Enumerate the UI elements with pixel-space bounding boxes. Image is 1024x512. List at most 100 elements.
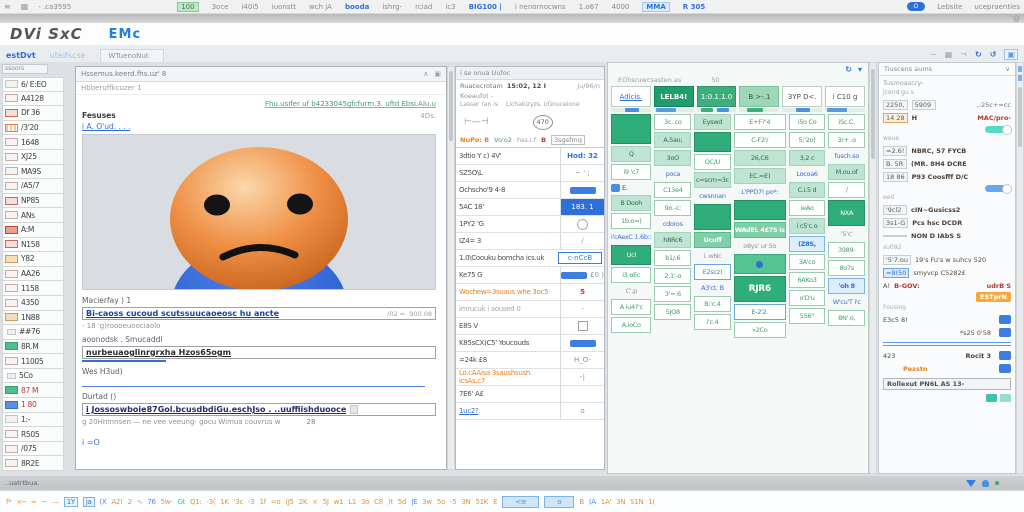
grid-cell[interactable]: Locoa6 [789, 168, 826, 180]
menu-item[interactable]: booda [345, 3, 369, 11]
strip-icon[interactable]: -3( [206, 498, 215, 506]
strip-icon[interactable]: -3 [248, 498, 254, 506]
grid-toolbar-icon[interactable]: ↻ [845, 65, 852, 74]
sidebar-item[interactable]: ##76 [2, 325, 64, 340]
grid-cell[interactable] [611, 114, 651, 144]
strip-icon[interactable]: 1( [648, 498, 655, 506]
strip-icon[interactable]: '3c [234, 498, 243, 506]
menu-item[interactable]: i40i5 [241, 3, 258, 11]
grid-cell[interactable]: RJR6 [734, 276, 786, 302]
strip-icon[interactable]: S1N [630, 498, 643, 506]
grid-cell[interactable] [694, 132, 731, 152]
name-field[interactable]: Bi-caoss cucoud scutssuucaoeosc hu ancte… [82, 307, 436, 320]
grid-cell[interactable]: B Dooh [611, 195, 651, 211]
grid-cell[interactable]: E+F?'4 [734, 114, 786, 130]
grid-toolbar-icon[interactable]: ▾ [858, 65, 862, 74]
empty-field[interactable] [82, 386, 425, 387]
grid-cell[interactable]: C13e4 [654, 182, 691, 198]
menu-item[interactable]: wch jA [309, 3, 332, 11]
tab-secondary[interactable]: uteifscse [50, 51, 86, 62]
grid-cell[interactable]: cwsnnan [694, 190, 731, 202]
grid-cell[interactable]: 1b.o=) [611, 213, 651, 229]
notification-pill[interactable]: O [907, 2, 926, 11]
section-row[interactable]: NON D IAbS S [883, 229, 1011, 242]
grid-cell[interactable]: fusch.so [828, 150, 865, 162]
grid-scrollbar[interactable] [869, 62, 877, 474]
sidebar-item[interactable]: 1:- [2, 413, 64, 428]
sidebar-item[interactable]: 1 80 [2, 398, 64, 413]
menu-item[interactable]: 4000 [612, 3, 630, 11]
menu-item[interactable]: i nenornocwns [515, 3, 566, 11]
sidebar-item[interactable]: AA26 [2, 267, 64, 282]
detail-tab[interactable]: hss.i.f [517, 136, 536, 144]
chevron-down-icon[interactable]: ∨ [1005, 65, 1010, 73]
attribute-row[interactable]: K85sCX)C5' Youcouds [456, 335, 604, 352]
grid-column-header[interactable]: 3YP D<. [782, 86, 822, 107]
strip-icon[interactable]: 5w- [161, 498, 173, 506]
attribute-row[interactable]: SZ5O\L ~ ' ; [456, 165, 604, 182]
detail-tab[interactable]: 3sgsfmq [551, 135, 585, 145]
toolbar-icon[interactable]: ↺ [990, 50, 997, 59]
grid-cell[interactable]: Q [611, 146, 651, 162]
action-button[interactable] [999, 315, 1011, 324]
grid-cell[interactable]: A.5ao; [654, 132, 691, 148]
grid-column-header[interactable]: Adlcis. [611, 86, 651, 107]
grid-cell[interactable]: A3'ct. B [694, 282, 731, 294]
grid-cell[interactable]: cdoros [654, 218, 691, 230]
sidebar-item[interactable]: A:M [2, 223, 64, 238]
grid-cell[interactable]: C-F2'/ [734, 132, 786, 148]
strip-icon[interactable]: Q1: [190, 498, 201, 506]
section-row[interactable]: =2.6! NBRC, 57 FYCB [883, 144, 1011, 157]
sidebar-item[interactable]: 1N88 [2, 311, 64, 326]
strip-icon[interactable]: 76 [147, 498, 155, 506]
attribute-row[interactable]: 1.0\Coouku bomcha ics.uk c-nCcB [456, 250, 604, 267]
sidebar-item[interactable]: NP85 [2, 194, 64, 209]
strip-icon[interactable]: =o [271, 498, 281, 506]
grid-cell[interactable]: C',p [611, 285, 651, 297]
strip-icon[interactable]: 3N [461, 498, 470, 506]
person-icon[interactable] [982, 480, 989, 487]
grid-cell[interactable]: c=scm=3c [694, 172, 731, 188]
grid-cell[interactable]: iSc.C. [828, 114, 865, 130]
strip-icon[interactable]: w1 [334, 498, 344, 506]
sidebar-item[interactable]: A4128 [2, 92, 64, 107]
strip-icon[interactable]: B [579, 498, 584, 506]
menu-item[interactable]: R 305 [683, 3, 705, 11]
strip-icon[interactable]: E [493, 498, 497, 506]
grid-cell[interactable]: »2Co [734, 322, 786, 338]
sidebar-item[interactable]: MA9S [2, 165, 64, 180]
sidebar-item[interactable]: /075 [2, 442, 64, 457]
collapse-icon[interactable]: ∧ [423, 70, 428, 78]
grid-cell[interactable]: Ucuff [694, 232, 731, 248]
strip-icon[interactable]: f* [6, 498, 11, 506]
grid-cell[interactable]: i. wNc [694, 250, 731, 262]
tab-item[interactable]: WTuenoNut [100, 49, 164, 62]
section-row[interactable]: '9cl2 cIN~Gusicss2 [883, 203, 1011, 216]
menu-item[interactable]: ic3 [445, 3, 455, 11]
grid-cell[interactable] [734, 200, 786, 220]
teal-button[interactable] [986, 394, 997, 402]
tab-active[interactable]: estDvt [6, 51, 36, 62]
strip-icon[interactable]: 5d [398, 498, 406, 506]
strip-icon[interactable]: 2K [299, 498, 307, 506]
grid-cell[interactable] [694, 204, 731, 230]
record-top-link[interactable]: Fhu.usIfer uf b4233045gfcfurm.3. uftd Eb… [82, 100, 436, 108]
strip-icon[interactable]: ×─ [16, 498, 25, 506]
strip-icon[interactable]: ja [83, 497, 95, 507]
strip-icon[interactable]: 1Y [64, 497, 78, 507]
detail-tab[interactable]: Vo'o2 [494, 136, 512, 144]
sidebar-item[interactable]: 1158 [2, 281, 64, 296]
section-row[interactable]: 18 86 P93 Coosfff D/C [883, 170, 1011, 183]
grid-cell[interactable]: 3c. co [654, 114, 691, 130]
strip-icon[interactable]: |E [411, 498, 417, 506]
strip-icon[interactable]: <≡ [502, 496, 539, 508]
grid-cell[interactable]: NXA [828, 200, 865, 226]
grid-cell[interactable]: b1/.6 [654, 250, 691, 266]
hamburger-icon[interactable]: ≡ [4, 2, 11, 11]
strip-icon[interactable]: ∿ [137, 498, 143, 506]
menu-item[interactable]: 3oce [212, 3, 229, 11]
sidebar-item[interactable]: 8R2E [2, 456, 64, 471]
strip-icon[interactable]: 2 [128, 498, 132, 506]
sidebar-item[interactable]: ANs [2, 208, 64, 223]
grid-cell[interactable]: i5o Co [789, 114, 826, 130]
